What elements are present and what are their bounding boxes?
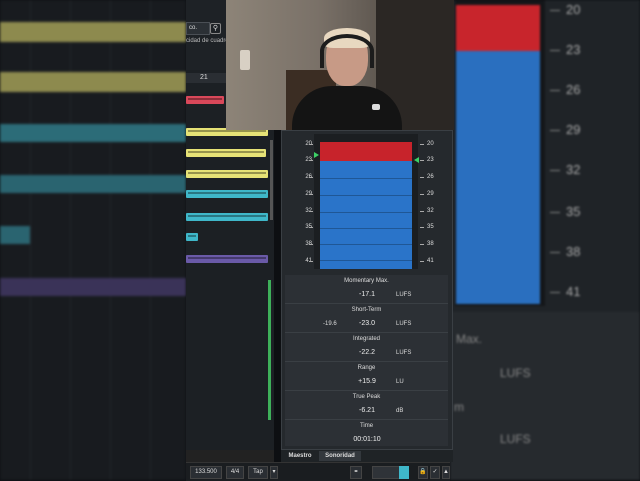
momentary-max-unit: LUFS	[396, 292, 412, 298]
integrated-value: -22.2	[359, 349, 375, 356]
bg-scale-label: 20	[566, 2, 581, 17]
integrated-label: Integrated	[352, 336, 381, 342]
short-term-max-value: -19.6	[323, 321, 337, 327]
tab-sonoridad[interactable]: Sonoridad	[319, 451, 361, 461]
clip-purple[interactable]	[186, 255, 268, 263]
scale-right-label: 41	[427, 258, 434, 264]
clip-yellow[interactable]	[186, 149, 266, 157]
panel-tabs: Maestro Sonoridad	[281, 450, 453, 462]
bg-scale-label: 35	[566, 204, 581, 219]
bg-scale-label: 32	[566, 162, 581, 177]
bg-clip-cyan	[0, 226, 30, 244]
integrated-row[interactable]: Integrated -22.2 LUFS	[285, 333, 448, 362]
bg-scale-label: 38	[566, 244, 581, 259]
integrated-unit: LUFS	[396, 350, 412, 356]
scale-right-label: 23	[427, 157, 434, 163]
short-term-value: -23.0	[359, 320, 375, 327]
webcam-feed	[226, 0, 454, 130]
meter-momentary-bar	[320, 142, 412, 161]
momentary-max-label: Momentary Max.	[344, 278, 389, 284]
time-signature-field[interactable]: 4/4	[226, 466, 244, 479]
scale-right-label: 32	[427, 208, 434, 214]
bg-clip-cyan	[0, 124, 186, 142]
true-peak-unit: dB	[396, 408, 404, 414]
bg-clip-cyan	[0, 175, 186, 193]
bg-scale-label: 41	[566, 284, 581, 299]
true-peak-label: True Peak	[352, 394, 381, 400]
snap-toggle[interactable]	[399, 466, 409, 479]
daw-dropdown-value: co.	[189, 25, 198, 31]
daw-dropdown[interactable]: co.	[186, 22, 210, 35]
tab-maestro[interactable]: Maestro	[283, 451, 317, 461]
bg-scale-label: 29	[566, 122, 581, 137]
time-row[interactable]: Time 00:01:10	[285, 420, 448, 448]
scale-right-label: 20	[427, 141, 434, 147]
level-marker-left-icon	[314, 152, 319, 158]
scale-right-label: 38	[427, 241, 434, 247]
daw-scrollbar[interactable]	[270, 140, 273, 220]
bg-text: Max.	[456, 332, 483, 346]
time-label: Time	[359, 423, 374, 429]
time-value: 00:01:10	[353, 436, 381, 443]
clip-cyan[interactable]	[186, 233, 198, 241]
loudness-readouts: Momentary Max. -17.1 LUFS Short-Term -19…	[285, 275, 448, 446]
range-label: Range	[357, 365, 376, 371]
true-peak-value: -6.21	[359, 407, 375, 414]
bg-text: LUFS	[500, 432, 531, 446]
short-term-row[interactable]: Short-Term -19.6 -23.0 LUFS	[285, 304, 448, 333]
daw-help-text: cidad de cuadro	[186, 38, 229, 44]
daw-track-area[interactable]	[186, 70, 274, 470]
true-peak-row[interactable]: True Peak -6.21 dB	[285, 391, 448, 420]
clip-red[interactable]	[186, 96, 224, 104]
clip-yellow[interactable]	[186, 170, 268, 178]
range-row[interactable]: Range +15.9 LU	[285, 362, 448, 391]
level-marker-right-icon	[414, 157, 419, 163]
bg-scale-label: 26	[566, 82, 581, 97]
lock-icon[interactable]: 🔒	[418, 466, 428, 479]
chevron-down-icon[interactable]: ▾	[270, 466, 278, 479]
search-icon[interactable]: ⚲	[210, 23, 221, 34]
background-zoomed-meter: 20 23 26 29 32 35 38 41 Max. LUFS m LUFS	[450, 0, 640, 480]
tap-button[interactable]: Tap	[248, 466, 268, 479]
daw-transport-bar	[186, 450, 274, 462]
momentary-max-value: -17.1	[359, 291, 375, 298]
daw-level-indicator	[268, 280, 271, 420]
tempo-field[interactable]: 133.500	[190, 466, 222, 479]
loudness-panel: 20 23 26 29 32 35 38 41 20 23 26 29 32 3…	[281, 130, 453, 450]
background-arrangement	[0, 0, 186, 480]
bg-clip-purple	[0, 278, 186, 296]
clip-cyan[interactable]	[186, 190, 268, 198]
bg-clip-yellow	[0, 22, 186, 42]
scale-right-label: 29	[427, 191, 434, 197]
scale-right-label: 35	[427, 224, 434, 230]
range-unit: LU	[396, 379, 404, 385]
range-value: +15.9	[358, 378, 376, 385]
bg-scale-label: 23	[566, 42, 581, 57]
pin-icon[interactable]: ✓	[430, 466, 440, 479]
ruler-label: 21	[200, 74, 208, 81]
bg-text: LUFS	[500, 366, 531, 380]
scale-right-label: 26	[427, 174, 434, 180]
bg-text: m	[454, 400, 464, 414]
clip-cyan[interactable]	[186, 213, 268, 221]
logo	[372, 104, 380, 110]
daw-toolbar	[186, 0, 226, 70]
short-term-label: Short-Term	[351, 307, 382, 313]
momentary-max-row[interactable]: Momentary Max. -17.1 LUFS	[285, 275, 448, 304]
expand-icon[interactable]: ▲	[442, 466, 450, 479]
bg-clip-yellow	[0, 72, 186, 92]
headphones-icon	[320, 34, 374, 68]
daw-status-bar: 133.500 4/4 Tap ▾ ⚭ 🔒 ✓ ▲	[186, 462, 450, 481]
link-icon[interactable]: ⚭	[350, 466, 362, 479]
short-term-unit: LUFS	[396, 321, 412, 327]
